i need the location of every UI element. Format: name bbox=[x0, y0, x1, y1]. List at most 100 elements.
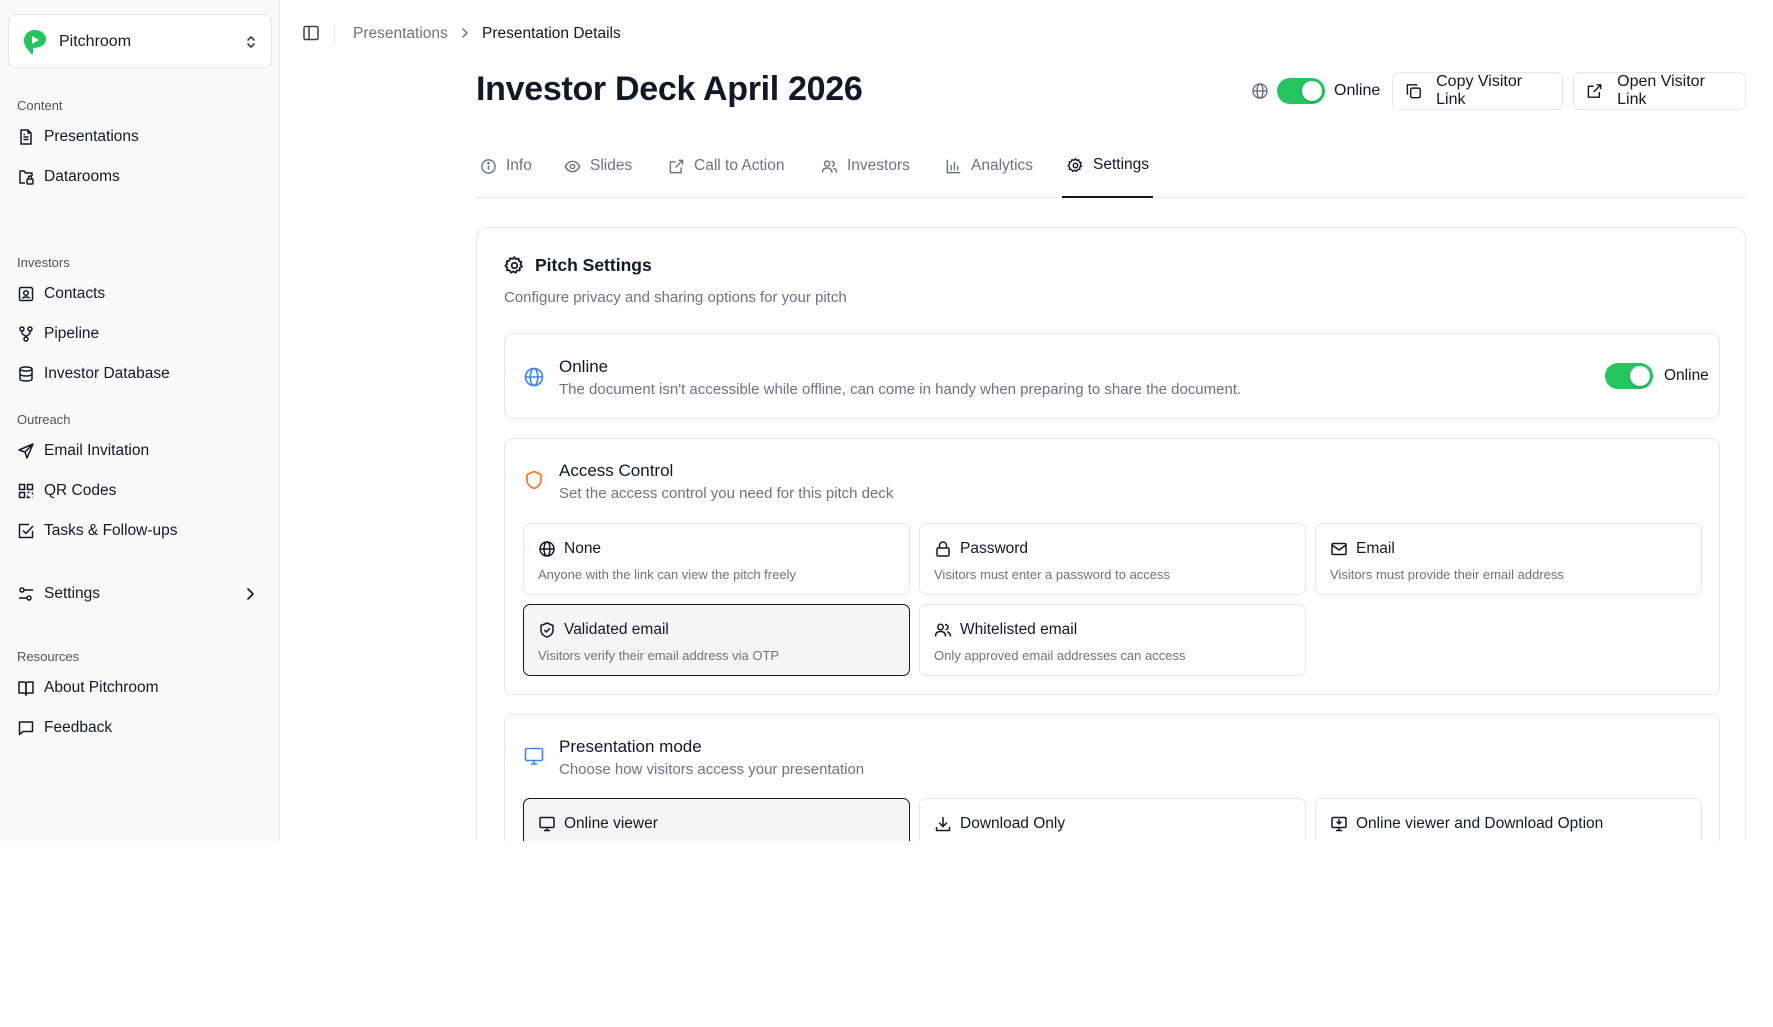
folder-lock-icon bbox=[19, 170, 34, 185]
shield-check-icon bbox=[540, 622, 554, 638]
settings-sliders-icon bbox=[19, 587, 33, 601]
sidebar-item-settings[interactable]: Settings bbox=[0, 574, 280, 614]
card-title: Pitch Settings bbox=[535, 255, 652, 275]
access-option-whitelisted-email[interactable]: Whitelisted email Only approved email ad… bbox=[919, 604, 1306, 676]
tab-analytics[interactable]: Analytics bbox=[945, 148, 1033, 198]
message-square-icon bbox=[18, 721, 34, 736]
workspace-name: Pitchroom bbox=[59, 32, 132, 50]
tab-label: Slides bbox=[590, 157, 633, 174]
sidebar-item-label: Pipeline bbox=[44, 325, 100, 342]
online-setting: Online The document isn't accessible whi… bbox=[504, 333, 1720, 419]
online-toggle-label: Online bbox=[1664, 367, 1709, 384]
online-description: The document isn't accessible while offl… bbox=[559, 381, 1242, 398]
sidebar-heading: Investors bbox=[17, 255, 70, 270]
tab-label: Call to Action bbox=[694, 157, 785, 174]
tab-label: Info bbox=[506, 157, 532, 174]
sidebar-heading: Resources bbox=[17, 649, 80, 664]
sidebar-item-datarooms[interactable]: Datarooms bbox=[0, 157, 280, 197]
presentation-mode-title: Presentation mode bbox=[559, 737, 702, 756]
option-title: None bbox=[564, 540, 602, 557]
pitchroom-logo-icon bbox=[24, 29, 46, 54]
qr-code-icon bbox=[18, 483, 34, 499]
sidebar-item-label: Investor Database bbox=[44, 365, 170, 382]
file-text-icon bbox=[20, 129, 32, 145]
option-description: Visitors verify their email address via … bbox=[538, 648, 780, 663]
monitor-download-icon bbox=[1331, 816, 1347, 832]
sidebar-heading: Outreach bbox=[17, 412, 71, 427]
card-subtitle: Configure privacy and sharing options fo… bbox=[504, 289, 847, 306]
page-title: Investor Deck April 2026 bbox=[476, 70, 863, 108]
copy-icon bbox=[1406, 84, 1421, 99]
gear-icon bbox=[504, 256, 523, 274]
sidebar-section-settings: Settings bbox=[0, 574, 280, 614]
online-setting-toggle[interactable] bbox=[1605, 363, 1653, 389]
sidebar-item-investor-database[interactable]: Investor Database bbox=[0, 354, 280, 394]
contact-icon bbox=[18, 286, 34, 302]
chevron-right-icon bbox=[247, 588, 254, 600]
option-title: Online viewer and Download Option bbox=[1356, 815, 1604, 832]
tab-label: Investors bbox=[847, 157, 910, 174]
external-link-icon bbox=[1587, 84, 1602, 98]
users-icon bbox=[934, 623, 952, 637]
sidebar-item-presentations[interactable]: Presentations bbox=[0, 117, 280, 157]
sidebar-section-resources: Resources About Pitchroom Feedback bbox=[0, 647, 280, 748]
option-title: Email bbox=[1356, 540, 1395, 557]
chevrons-up-down-icon bbox=[247, 35, 255, 48]
sidebar-section-content: Content Presentations Datarooms bbox=[0, 96, 280, 197]
pitch-settings-card: Pitch Settings Configure privacy and sha… bbox=[476, 227, 1746, 914]
mail-icon bbox=[1331, 542, 1347, 556]
tab-investors[interactable]: Investors bbox=[821, 148, 910, 198]
sidebar-item-about-pitchroom[interactable]: About Pitchroom bbox=[0, 668, 280, 708]
monitor-icon bbox=[524, 747, 544, 765]
access-option-validated-email[interactable]: Validated email Visitors verify their em… bbox=[523, 604, 910, 676]
workspace-switcher[interactable]: Pitchroom bbox=[8, 14, 272, 69]
external-link-icon bbox=[669, 159, 684, 173]
open-visitor-link-label: Open Visitor Link bbox=[1617, 73, 1705, 108]
copy-visitor-link-button[interactable]: Copy Visitor Link bbox=[1392, 72, 1563, 110]
eye-icon bbox=[564, 160, 581, 172]
open-visitor-link-button[interactable]: Open Visitor Link bbox=[1573, 72, 1746, 110]
option-description: Visitors must enter a password to access bbox=[934, 567, 1171, 582]
access-control-description: Set the access control you need for this… bbox=[559, 485, 894, 502]
tab-call-to-action[interactable]: Call to Action bbox=[668, 148, 784, 198]
online-title: Online bbox=[559, 357, 609, 376]
sidebar-item-qr-codes[interactable]: QR Codes bbox=[0, 471, 280, 511]
monitor-icon bbox=[539, 816, 555, 832]
sidebar-item-label: About Pitchroom bbox=[44, 679, 159, 696]
sidebar-item-pipeline[interactable]: Pipeline bbox=[0, 314, 280, 354]
tab-label: Settings bbox=[1093, 156, 1150, 173]
option-description: Visitors must provide their email addres… bbox=[1330, 567, 1564, 582]
option-title: Online viewer bbox=[564, 815, 658, 832]
option-title: Password bbox=[960, 540, 1029, 557]
send-icon bbox=[18, 443, 34, 459]
database-icon bbox=[19, 366, 33, 382]
tab-info[interactable]: Info bbox=[480, 148, 532, 198]
tab-label: Analytics bbox=[971, 157, 1034, 174]
option-description: Only approved email addresses can access bbox=[934, 648, 1186, 663]
sidebar-item-contacts[interactable]: Contacts bbox=[0, 274, 280, 314]
online-toggle[interactable] bbox=[1277, 78, 1325, 104]
sidebar-item-label: Settings bbox=[44, 585, 101, 602]
tab-settings[interactable]: Settings bbox=[1062, 148, 1154, 198]
sidebar-item-feedback[interactable]: Feedback bbox=[0, 708, 280, 748]
breadcrumb-presentations[interactable]: Presentations bbox=[353, 24, 448, 44]
access-option-email[interactable]: Email Visitors must provide their email … bbox=[1315, 523, 1702, 595]
online-status-label: Online bbox=[1334, 82, 1381, 99]
access-option-none[interactable]: None Anyone with the link can view the p… bbox=[523, 523, 910, 595]
book-icon bbox=[18, 681, 34, 696]
option-title: Download Only bbox=[960, 815, 1066, 832]
globe-icon bbox=[539, 541, 555, 557]
option-title: Validated email bbox=[564, 621, 669, 638]
sidebar-item-email-invitation[interactable]: Email Invitation bbox=[0, 431, 280, 471]
access-option-password[interactable]: Password Visitors must enter a password … bbox=[919, 523, 1306, 595]
sidebar-heading: Content bbox=[17, 98, 63, 113]
tab-slides[interactable]: Slides bbox=[564, 148, 632, 198]
bar-chart-icon bbox=[946, 159, 961, 173]
sidebar-item-label: Tasks & Follow-ups bbox=[44, 522, 178, 539]
access-control-title: Access Control bbox=[559, 461, 674, 480]
lock-icon bbox=[936, 541, 950, 557]
sidebar-item-tasks-follow-ups[interactable]: Tasks & Follow-ups bbox=[0, 511, 280, 551]
sidebar-item-label: Presentations bbox=[44, 128, 139, 145]
tab-bar: Info Slides Call to Action Investors Ana… bbox=[476, 148, 1746, 198]
sidebar-toggle-icon[interactable] bbox=[302, 24, 320, 42]
